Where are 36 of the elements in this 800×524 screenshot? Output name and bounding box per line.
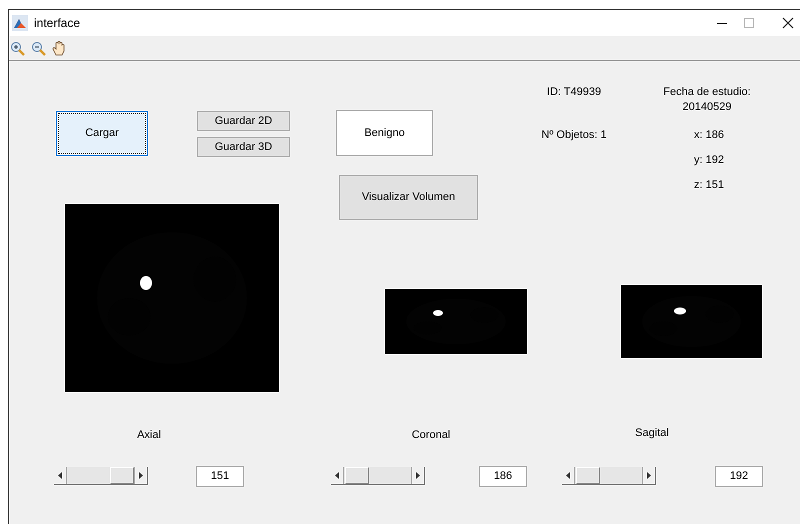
slider[interactable] <box>54 467 148 485</box>
x-coordinate: x: 186 <box>694 128 724 143</box>
result-field: Benigno <box>336 110 433 156</box>
right-arrow-icon[interactable] <box>139 472 143 479</box>
value-field[interactable]: 186 <box>479 466 527 487</box>
left-arrow-icon[interactable] <box>58 472 62 479</box>
slider-thumb[interactable] <box>576 467 600 484</box>
zoom-in-icon[interactable] <box>10 40 25 56</box>
id-label: ID: T49939 <box>546 85 602 100</box>
slider[interactable] <box>331 467 425 485</box>
close-icon[interactable] <box>782 17 794 29</box>
view-label: Axial <box>137 428 161 443</box>
value-field[interactable]: 151 <box>196 466 244 487</box>
app-logo-icon <box>12 15 28 31</box>
value-field[interactable]: 192 <box>715 466 763 487</box>
slider-thumb[interactable] <box>344 467 369 484</box>
zoom-out-icon[interactable] <box>31 40 46 56</box>
y-coordinate: y: 192 <box>694 153 724 168</box>
left-arrow-icon[interactable] <box>566 472 570 479</box>
date-label: Fecha de estudio: <box>662 85 752 100</box>
left-arrow-icon[interactable] <box>335 472 339 479</box>
window-title: interface <box>34 15 80 32</box>
slider[interactable] <box>562 467 656 485</box>
date-value: 20140529 <box>682 100 732 115</box>
load-button[interactable]: Cargar <box>56 111 148 156</box>
objects-label: Nº Objetos: 1 <box>541 128 607 143</box>
right-arrow-icon[interactable] <box>647 472 651 479</box>
view-label: Coronal <box>412 428 450 443</box>
save-button[interactable]: Guardar 2D <box>197 111 290 131</box>
slider-thumb[interactable] <box>110 467 134 484</box>
z-coordinate: z: 151 <box>694 178 724 193</box>
view-label: Sagital <box>635 426 669 441</box>
save-button[interactable]: Guardar 3D <box>197 137 290 157</box>
right-arrow-icon[interactable] <box>416 472 420 479</box>
view-volume-button[interactable]: Visualizar Volumen <box>339 175 478 220</box>
hand-icon[interactable] <box>52 40 67 56</box>
